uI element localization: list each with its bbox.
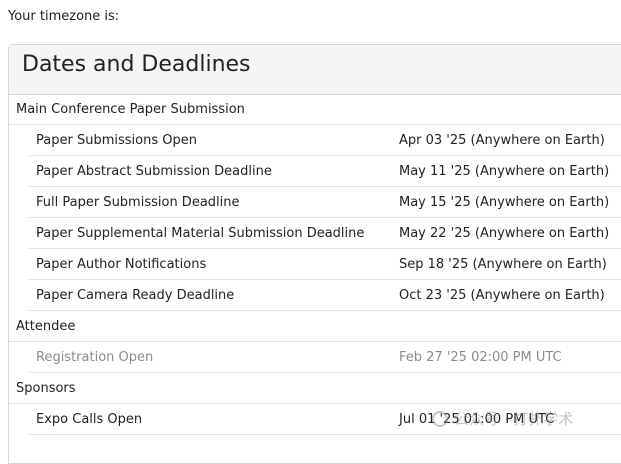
deadline-label: Paper Author Notifications [36,257,207,272]
deadline-label: Expo Calls Open [36,412,143,427]
section-header: Sponsors [9,373,621,404]
deadline-row: Paper Author Notifications Sep 18 '25 (A… [29,249,621,280]
deadline-row: Registration Open Feb 27 '25 02:00 PM UT… [29,342,621,373]
watermark-text: 公众号 · 打扑学术 [454,410,574,428]
deadline-list: Main Conference Paper Submission Paper S… [9,94,621,435]
deadline-label: Paper Camera Ready Deadline [36,288,235,303]
deadline-row: Paper Abstract Submission Deadline May 1… [29,156,621,187]
section-header: Main Conference Paper Submission [9,94,621,125]
panel-title: Dates and Deadlines [22,52,251,77]
deadline-row: Paper Submissions Open Apr 03 '25 (Anywh… [29,125,621,156]
deadline-row: Full Paper Submission Deadline May 15 '2… [29,187,621,218]
deadline-date: Sep 18 '25 (Anywhere on Earth) [399,257,607,272]
deadline-row: Paper Camera Ready Deadline Oct 23 '25 (… [29,280,621,311]
deadline-label: Paper Abstract Submission Deadline [36,164,272,179]
section-name: Attendee [16,319,76,334]
deadline-label: Paper Submissions Open [36,133,197,148]
watermark: 公众号 · 打扑学术 [432,408,573,429]
deadline-label: Registration Open [36,350,154,365]
deadline-date: Feb 27 '25 02:00 PM UTC [399,350,562,365]
deadline-date: May 22 '25 (Anywhere on Earth) [399,226,610,241]
wechat-icon [432,410,448,427]
section-name: Main Conference Paper Submission [16,102,245,117]
panel-header: Dates and Deadlines [9,45,621,95]
dates-deadlines-panel: Dates and Deadlines Main Conference Pape… [8,44,621,464]
deadline-date: Oct 23 '25 (Anywhere on Earth) [399,288,605,303]
deadline-label: Full Paper Submission Deadline [36,195,240,210]
deadline-row: Paper Supplemental Material Submission D… [29,218,621,249]
section-name: Sponsors [16,381,76,396]
timezone-label: Your timezone is: [8,9,120,24]
deadline-date: Apr 03 '25 (Anywhere on Earth) [399,133,605,148]
section-header: Attendee [9,311,621,342]
deadline-date: May 11 '25 (Anywhere on Earth) [399,164,610,179]
deadline-label: Paper Supplemental Material Submission D… [36,226,365,241]
deadline-date: May 15 '25 (Anywhere on Earth) [399,195,610,210]
